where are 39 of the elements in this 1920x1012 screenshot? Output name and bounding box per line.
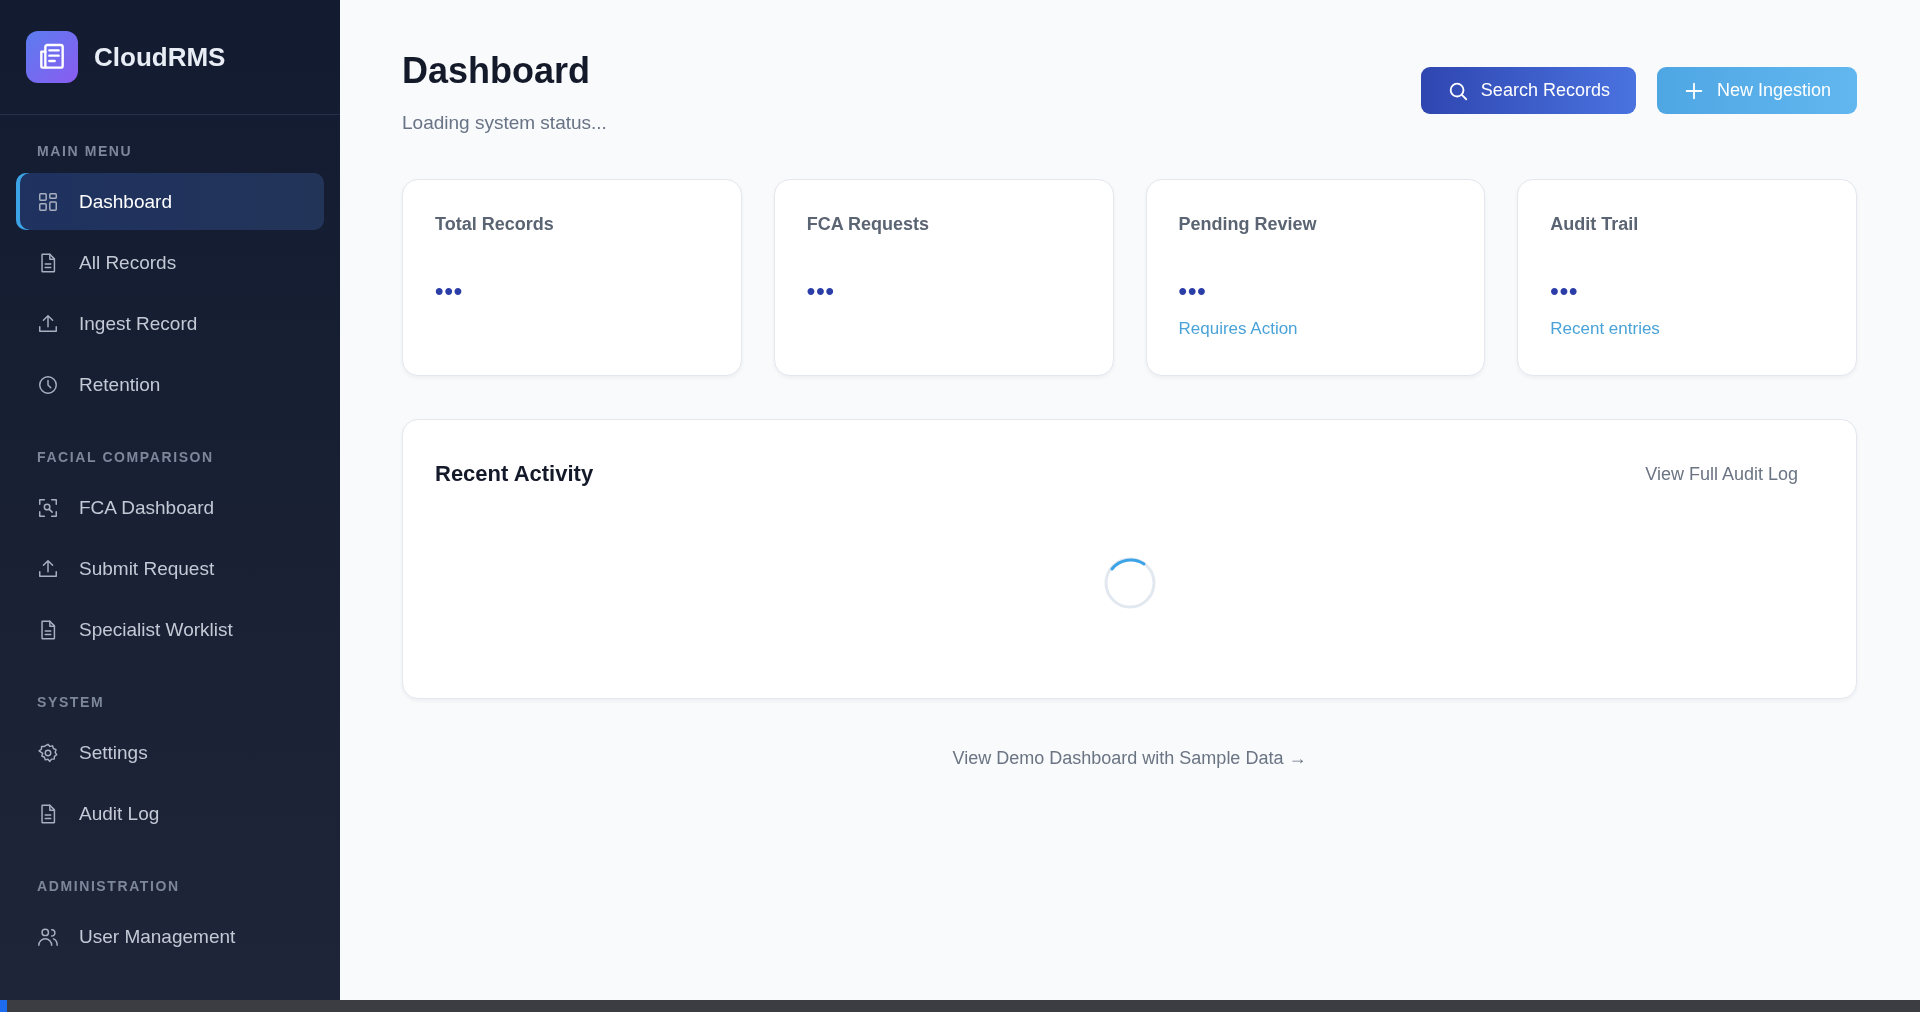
upload-icon (37, 557, 59, 580)
sidebar-item[interactable]: Dashboard (16, 173, 324, 230)
section-title: ADMINISTRATION (36, 877, 181, 896)
loading-dots: ••• (806, 277, 835, 305)
stat-note: Recent entries (1550, 319, 1660, 339)
search-records-button[interactable]: Search Records (1420, 67, 1636, 114)
scan-icon (37, 496, 59, 519)
page-subtitle: Loading system status... (402, 112, 607, 134)
sidebar-item[interactable]: All Records (16, 234, 324, 291)
sidebar-item[interactable]: FCA Dashboard (16, 479, 324, 536)
sidebar-item[interactable]: Ingest Record (16, 295, 324, 352)
sidebar-item[interactable]: Submit Request (16, 540, 324, 597)
sidebar-item[interactable]: Specialist Worklist (16, 601, 324, 658)
loading-dots: ••• (1178, 277, 1207, 305)
clock-icon (37, 373, 59, 396)
loading-spinner (1103, 556, 1156, 609)
grid-icon (37, 190, 59, 213)
settings-icon (37, 741, 59, 764)
brand-name: CloudRMS (94, 41, 226, 73)
section-title: MAIN MENU (36, 142, 134, 161)
stat-note: Requires Action (1178, 319, 1298, 339)
loading-dots: ••• (1550, 277, 1579, 305)
sidebar-item[interactable]: Audit Log (16, 785, 324, 842)
sidebar-item[interactable]: Settings (16, 724, 324, 781)
page-title: Dashboard (402, 50, 592, 92)
card-title: Recent Activity (435, 461, 594, 487)
stat-label: Pending Review (1178, 214, 1317, 235)
sidebar-item[interactable]: User Management (16, 908, 324, 965)
stat-label: Audit Trail (1550, 214, 1639, 235)
demo-dashboard-link[interactable]: View Demo Dashboard with Sample Data → (952, 748, 1307, 769)
section-title: SYSTEM (36, 693, 106, 712)
audit-log-link[interactable]: View Full Audit Log (1645, 463, 1798, 485)
upload-icon (37, 312, 59, 335)
loading-dots: ••• (435, 277, 464, 305)
sidebar-item[interactable]: Retention (16, 356, 324, 413)
stat-label: Total Records (435, 214, 554, 235)
stat-label: FCA Requests (806, 214, 930, 235)
section-title: FACIAL COMPARISON (36, 448, 215, 467)
logo-icon (26, 31, 78, 83)
